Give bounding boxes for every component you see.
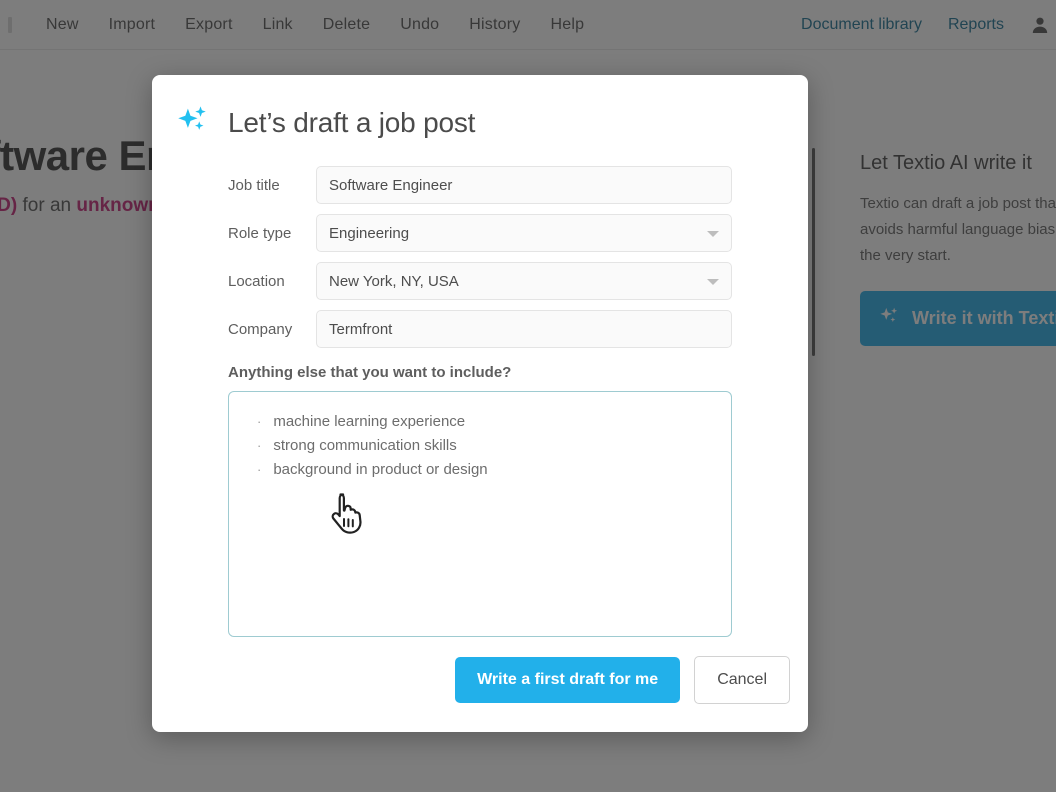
- job-title-label: Job title: [228, 176, 280, 194]
- write-first-draft-button[interactable]: Write a first draft for me: [455, 657, 681, 703]
- role-type-value: Engineering: [329, 224, 410, 242]
- extra-details-textarea[interactable]: · machine learning experience · strong c…: [228, 391, 732, 637]
- form-row-company: Company Termfront: [228, 310, 732, 348]
- list-item-label: machine learning experience: [273, 413, 466, 430]
- sparkle-icon: [176, 103, 210, 142]
- role-type-select[interactable]: Engineering: [316, 214, 732, 252]
- extra-details-label: Anything else that you want to include?: [228, 364, 512, 381]
- bullet-icon: ·: [257, 414, 262, 429]
- pointing-hand-cursor: [323, 491, 367, 539]
- location-select[interactable]: New York, NY, USA: [316, 262, 732, 300]
- company-input[interactable]: Termfront: [316, 310, 732, 348]
- company-label: Company: [228, 320, 293, 338]
- list-item: · background in product or design: [243, 458, 717, 482]
- job-post-form: Job title Software Engineer Role type En…: [152, 166, 808, 348]
- chevron-down-icon: [707, 279, 719, 285]
- location-value: New York, NY, USA: [329, 272, 459, 290]
- chevron-down-icon: [707, 231, 719, 237]
- modal-actions: Write a first draft for me Cancel: [455, 656, 790, 704]
- bullet-icon: ·: [257, 462, 262, 477]
- extra-details-list: · machine learning experience · strong c…: [243, 410, 717, 482]
- form-row-role-type: Role type Engineering: [228, 214, 732, 252]
- form-row-location: Location New York, NY, USA: [228, 262, 732, 300]
- bullet-icon: ·: [257, 438, 262, 453]
- job-title-value: Software Engineer: [329, 176, 453, 194]
- page-scrollbar[interactable]: [812, 148, 815, 356]
- cancel-button[interactable]: Cancel: [694, 656, 790, 704]
- job-title-input[interactable]: Software Engineer: [316, 166, 732, 204]
- list-item: · machine learning experience: [243, 410, 717, 434]
- modal-title: Let’s draft a job post: [228, 106, 476, 138]
- list-item-label: background in product or design: [273, 461, 488, 478]
- list-item-label: strong communication skills: [273, 437, 457, 454]
- location-label: Location: [228, 272, 285, 290]
- role-type-label: Role type: [228, 224, 292, 242]
- app-root: New Import Export Link Delete Undo Histo…: [0, 0, 1056, 792]
- draft-job-post-modal: Let’s draft a job post Job title Softwar…: [152, 75, 808, 732]
- modal-header: Let’s draft a job post: [152, 75, 808, 142]
- form-row-job-title: Job title Software Engineer: [228, 166, 732, 204]
- list-item: · strong communication skills: [243, 434, 717, 458]
- company-value: Termfront: [329, 320, 393, 338]
